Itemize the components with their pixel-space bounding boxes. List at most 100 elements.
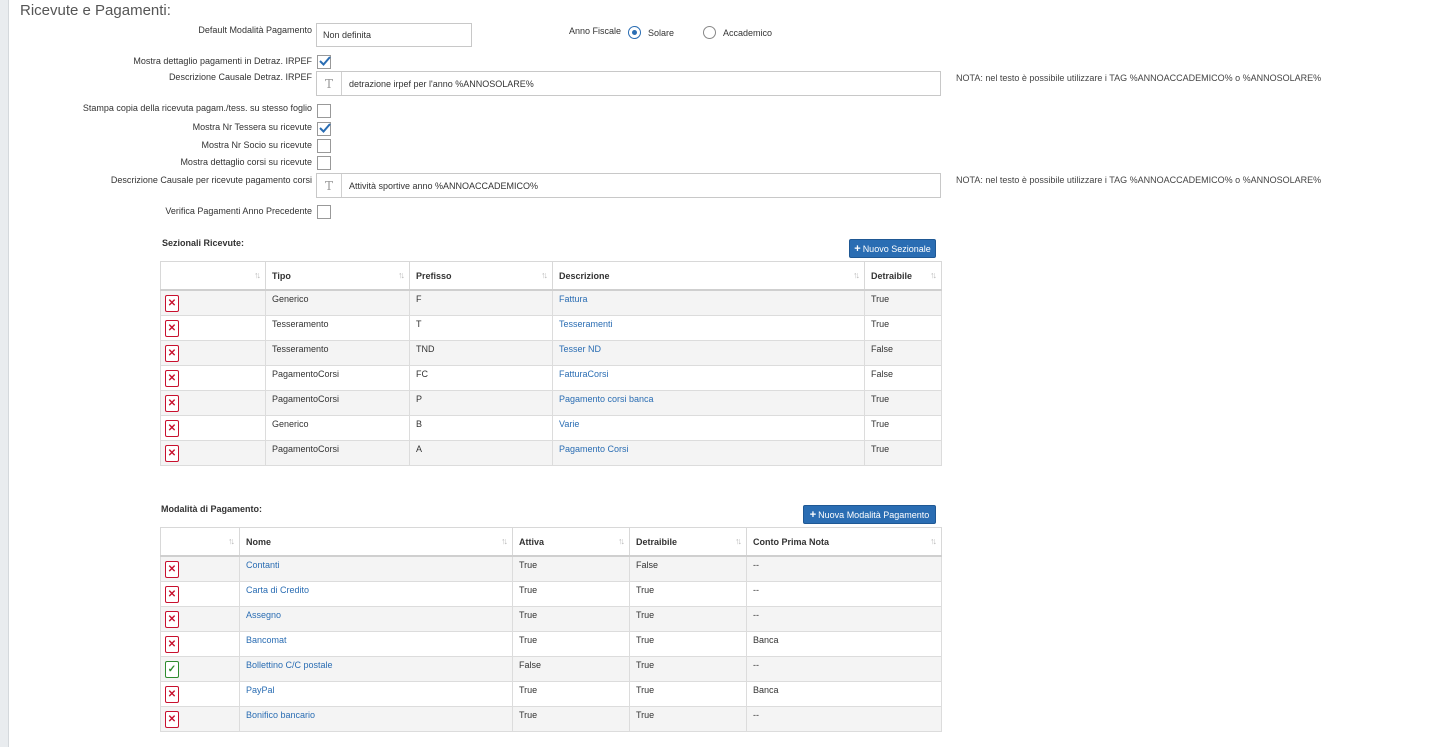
col-detraibile[interactable]: Detraibile ↑↓ (864, 261, 942, 291)
delete-icon[interactable]: ✕ (165, 319, 179, 337)
delete-icon[interactable]: ✕ (165, 685, 179, 703)
radio-accademico[interactable] (703, 26, 716, 39)
col-nome[interactable]: Nome ↑↓ (239, 527, 513, 557)
cell-attiva: True (512, 555, 630, 582)
cell-attiva: True (512, 680, 630, 707)
mostra-nr-socio-checkbox[interactable] (317, 139, 331, 153)
col-conto-prima-nota[interactable]: Conto Prima Nota ↑↓ (746, 527, 942, 557)
cell-conto: -- (746, 580, 942, 607)
delete-icon[interactable]: ✕ (165, 419, 179, 437)
col-tipo[interactable]: Tipo ↑↓ (265, 261, 410, 291)
desc-causale-corsi-value: Attività sportive anno %ANNOACCADEMICO% (349, 181, 539, 191)
text-format-icon: T (317, 72, 342, 95)
table-row: ✕ PagamentoCorsi A Pagamento Corsi True (160, 439, 942, 466)
cell-detraibile: False (864, 339, 942, 366)
nuovo-sezionale-button[interactable]: + Nuovo Sezionale (849, 239, 936, 258)
col-detraibile[interactable]: Detraibile ↑↓ (629, 527, 747, 557)
table-row: ✕ PayPal True True Banca (160, 680, 942, 707)
col-descrizione[interactable]: Descrizione ↑↓ (552, 261, 865, 291)
nuova-modalita-label: Nuova Modalità Pagamento (818, 509, 930, 520)
default-modalita-input[interactable]: Non definita (316, 23, 472, 47)
radio-solare[interactable] (628, 26, 641, 39)
nome-link[interactable]: Assegno (246, 610, 281, 620)
delete-icon[interactable]: ✕ (165, 369, 179, 387)
cell-detraibile: True (864, 414, 942, 441)
cell-attiva: True (512, 580, 630, 607)
descrizione-link[interactable]: Varie (559, 419, 579, 429)
cell-detraibile: True (864, 389, 942, 416)
cell-detraibile: False (629, 555, 747, 582)
cell-tipo: PagamentoCorsi (265, 389, 410, 416)
cell-prefisso: T (409, 314, 553, 341)
cell-detraibile: True (864, 289, 942, 316)
default-modalita-label: Default Modalità Pagamento (198, 25, 312, 35)
cell-tipo: Tesseramento (265, 314, 410, 341)
delete-icon[interactable]: ✕ (165, 295, 179, 312)
nuova-modalita-button[interactable]: + Nuova Modalità Pagamento (803, 505, 936, 524)
check-icon[interactable]: ✓ (165, 660, 179, 678)
delete-icon[interactable]: ✕ (165, 635, 179, 653)
stampa-copia-label: Stampa copia della ricevuta pagam./tess.… (82, 103, 312, 113)
table-row: ✕ Bonifico bancario True True -- (160, 705, 942, 732)
desc-causale-corsi-input[interactable]: T Attività sportive anno %ANNOACCADEMICO… (316, 173, 941, 198)
delete-icon[interactable]: ✕ (165, 610, 179, 628)
plus-icon: + (809, 508, 817, 521)
delete-icon[interactable]: ✕ (165, 585, 179, 603)
table-row: ✕ Bancomat True True Banca (160, 630, 942, 657)
cell-attiva: True (512, 605, 630, 632)
nome-link[interactable]: Bonifico bancario (246, 710, 315, 720)
col-action[interactable]: ↑↓ (160, 527, 240, 557)
table-row: ✕ Generico B Varie True (160, 414, 942, 441)
col-prefisso[interactable]: Prefisso ↑↓ (409, 261, 553, 291)
cell-detraibile: True (629, 630, 747, 657)
cell-detraibile: True (629, 605, 747, 632)
cell-attiva: True (512, 705, 630, 732)
nuovo-sezionale-label: Nuovo Sezionale (862, 243, 931, 254)
cell-tipo: Tesseramento (265, 339, 410, 366)
delete-icon[interactable]: ✕ (165, 394, 179, 412)
cell-conto: Banca (746, 680, 942, 707)
left-panel-edge (0, 0, 9, 747)
cell-conto: -- (746, 655, 942, 682)
cell-conto: -- (746, 605, 942, 632)
descrizione-link[interactable]: Pagamento corsi banca (559, 394, 654, 404)
modalita-table: ↑↓ Nome ↑↓ Attiva ↑↓ Detraibile ↑↓ Conto Pr… (160, 527, 942, 732)
delete-icon[interactable]: ✕ (165, 444, 179, 462)
nome-link[interactable]: Carta di Credito (246, 585, 309, 595)
modalita-title: Modalità di Pagamento: (161, 504, 263, 514)
mostra-nr-socio-label: Mostra Nr Socio su ricevute (201, 140, 312, 150)
delete-icon[interactable]: ✕ (165, 710, 179, 728)
nome-link[interactable]: Bollettino C/C postale (246, 660, 333, 670)
delete-icon[interactable]: ✕ (165, 344, 179, 362)
verifica-pagamenti-checkbox[interactable] (317, 205, 331, 219)
nome-link[interactable]: Bancomat (246, 635, 287, 645)
col-action[interactable]: ↑↓ (160, 261, 266, 291)
table-row: ✕ Generico F Fattura True (160, 289, 942, 316)
stampa-copia-checkbox[interactable] (317, 104, 331, 118)
check-icon (319, 56, 331, 66)
descrizione-link[interactable]: FatturaCorsi (559, 369, 609, 379)
nome-link[interactable]: Contanti (246, 560, 280, 570)
descrizione-link[interactable]: Pagamento Corsi (559, 444, 629, 454)
mostra-dettaglio-irpef-checkbox[interactable] (317, 55, 331, 69)
mostra-dettaglio-irpef-label: Mostra dettaglio pagamenti in Detraz. IR… (133, 56, 312, 66)
nome-link[interactable]: PayPal (246, 685, 275, 695)
sort-icon: ↑↓ (618, 536, 625, 546)
sezionali-table: ↑↓ Tipo ↑↓ Prefisso ↑↓ Descrizione ↑↓ Detra… (160, 261, 942, 466)
descrizione-link[interactable]: Fattura (559, 294, 588, 304)
col-attiva[interactable]: Attiva ↑↓ (512, 527, 630, 557)
delete-icon[interactable]: ✕ (165, 561, 179, 578)
desc-causale-irpef-input[interactable]: T detrazione irpef per l'anno %ANNOSOLAR… (316, 71, 941, 96)
mostra-dettaglio-corsi-checkbox[interactable] (317, 156, 331, 170)
mostra-nr-tessera-checkbox[interactable] (317, 122, 331, 136)
descrizione-link[interactable]: Tesseramenti (559, 319, 613, 329)
page-title: Ricevute e Pagamenti: (20, 2, 171, 19)
check-icon (319, 123, 331, 133)
cell-tipo: Generico (265, 414, 410, 441)
cell-tipo: PagamentoCorsi (265, 439, 410, 466)
descrizione-link[interactable]: Tesser ND (559, 344, 601, 354)
cell-prefisso: A (409, 439, 553, 466)
cell-conto: Banca (746, 630, 942, 657)
cell-attiva: False (512, 655, 630, 682)
desc-causale-corsi-label: Descrizione Causale per ricevute pagamen… (110, 175, 312, 185)
